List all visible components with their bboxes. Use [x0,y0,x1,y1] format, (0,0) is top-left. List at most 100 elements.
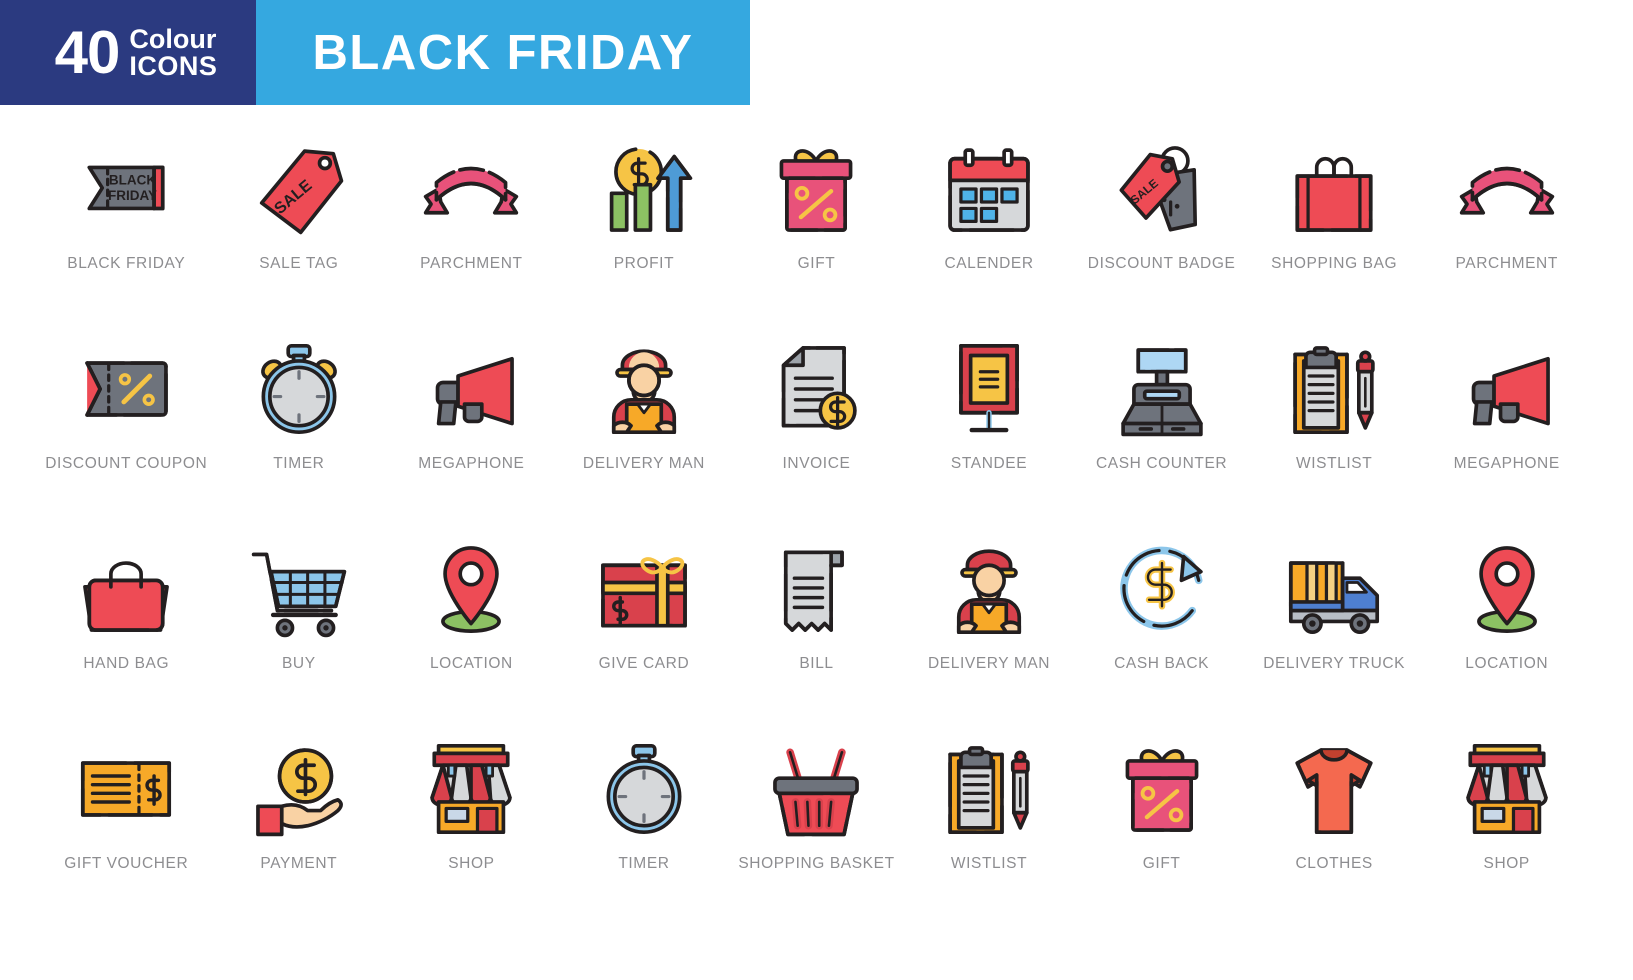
icon-cell-location[interactable]: LOCATION [385,523,558,723]
give-card-icon[interactable] [584,529,704,649]
header-count: 40 [54,18,121,86]
icon-cell-discount-coupon[interactable]: DISCOUNT COUPON [40,323,213,523]
icon-label: TIMER [618,855,670,872]
header-count-panel: 40 Colour ICONS [0,0,256,105]
sale-tag-icon[interactable]: SALE [239,129,359,249]
discount-badge-icon[interactable]: SALE [1102,129,1222,249]
icon-cell-gift-2[interactable]: GIFT [1075,723,1248,923]
icon-cell-shopping-basket[interactable]: SHOPPING BASKET [730,723,903,923]
buy-cart-icon[interactable] [239,529,359,649]
icon-label: BUY [281,655,316,672]
black-friday-icon[interactable]: BLACK FRIDAY [66,129,186,249]
megaphone-icon[interactable] [411,329,531,449]
icon-label: INVOICE [782,455,851,472]
wistlist-2-icon[interactable] [929,729,1049,849]
delivery-man-icon[interactable] [584,329,704,449]
icon-cell-location-2[interactable]: LOCATION [1420,523,1593,723]
calender-icon[interactable] [929,129,1049,249]
icon-cell-give-card[interactable]: GIVE CARD [558,523,731,723]
icon-cell-delivery-man[interactable]: DELIVERY MAN [558,323,731,523]
icon-cell-bill[interactable]: BILL [730,523,903,723]
shop-2-icon[interactable] [1447,729,1567,849]
header-wordmark: Colour ICONS [129,23,218,81]
header-title-panel: BLACK FRIDAY [256,0,750,105]
shop-icon[interactable] [411,729,531,849]
hand-bag-icon[interactable] [66,529,186,649]
icon-label: DELIVERY MAN [928,655,1051,672]
icon-cell-calender[interactable]: CALENDER [903,123,1076,323]
icon-cell-parchment-2[interactable]: PARCHMENT [1420,123,1593,323]
wistlist-icon[interactable] [1274,329,1394,449]
icon-label: DISCOUNT BADGE [1087,255,1236,272]
header-banner: 40 Colour ICONS BLACK FRIDAY [0,0,750,105]
discount-coupon-icon[interactable] [66,329,186,449]
icon-label: GIFT [797,255,836,272]
icon-cell-hand-bag[interactable]: HAND BAG [40,523,213,723]
standee-icon[interactable] [929,329,1049,449]
icon-cell-invoice[interactable]: INVOICE [730,323,903,523]
icon-grid: BLACK FRIDAY BLACK FRIDAY SALE SALE TAG [0,105,1633,923]
icon-label: WISTLIST [950,855,1028,872]
location-pin-2-icon[interactable] [1447,529,1567,649]
icon-cell-shopping-bag[interactable]: SHOPPING BAG [1248,123,1421,323]
icon-cell-shop-2[interactable]: SHOP [1420,723,1593,923]
icon-label: LOCATION [429,655,513,672]
icon-label: CASH BACK [1114,655,1210,672]
delivery-man-2-icon[interactable] [929,529,1049,649]
icon-cell-shop[interactable]: SHOP [385,723,558,923]
icon-cell-megaphone[interactable]: MEGAPHONE [385,323,558,523]
icon-cell-gift-voucher[interactable]: GIFT VOUCHER [40,723,213,923]
icon-cell-megaphone-2[interactable]: MEGAPHONE [1420,323,1593,523]
icon-label: GIFT VOUCHER [64,855,189,872]
icon-label: DISCOUNT COUPON [45,455,208,472]
icon-cell-payment[interactable]: PAYMENT [213,723,386,923]
icon-label: SALE TAG [259,255,339,272]
payment-icon[interactable] [239,729,359,849]
icon-cell-delivery-man-2[interactable]: DELIVERY MAN [903,523,1076,723]
gift-2-icon[interactable] [1102,729,1222,849]
location-pin-icon[interactable] [411,529,531,649]
icon-cell-black-friday[interactable]: BLACK FRIDAY BLACK FRIDAY [40,123,213,323]
bill-icon[interactable] [756,529,876,649]
icon-cell-gift[interactable]: GIFT [730,123,903,323]
megaphone-2-icon[interactable] [1447,329,1567,449]
icon-cell-standee[interactable]: STANDEE [903,323,1076,523]
icon-label: MEGAPHONE [418,455,525,472]
icon-cell-buy[interactable]: BUY [213,523,386,723]
icon-label: BILL [799,655,834,672]
icon-label: GIVE CARD [598,655,690,672]
icon-cell-discount-badge[interactable]: SALE DISCOUNT BADGE [1075,123,1248,323]
clothes-tshirt-icon[interactable] [1274,729,1394,849]
delivery-truck-icon[interactable] [1274,529,1394,649]
icon-cell-wistlist[interactable]: WISTLIST [1248,323,1421,523]
cash-counter-icon[interactable] [1102,329,1222,449]
shopping-bag-icon[interactable] [1274,129,1394,249]
icon-cell-cash-back[interactable]: CASH BACK [1075,523,1248,723]
icon-cell-wistlist-2[interactable]: WISTLIST [903,723,1076,923]
icon-label: PROFIT [613,255,675,272]
icon-cell-profit[interactable]: PROFIT [558,123,731,323]
gift-icon[interactable] [756,129,876,249]
icon-cell-cash-counter[interactable]: CASH COUNTER [1075,323,1248,523]
header-icons-word: ICONS [129,50,218,81]
icon-cell-timer-2[interactable]: TIMER [558,723,731,923]
header-colour-word: Colour [129,23,217,54]
icon-label: CALENDER [944,255,1034,272]
icon-cell-clothes[interactable]: CLOTHES [1248,723,1421,923]
timer-icon[interactable] [239,329,359,449]
parchment-ribbon-icon[interactable] [411,129,531,249]
profit-icon[interactable] [584,129,704,249]
icon-cell-delivery-truck[interactable]: DELIVERY TRUCK [1248,523,1421,723]
icon-label: DELIVERY MAN [582,455,705,472]
page-title: BLACK FRIDAY [312,25,694,80]
parchment-ribbon-2-icon[interactable] [1447,129,1567,249]
icon-cell-timer[interactable]: TIMER [213,323,386,523]
cash-back-icon[interactable] [1102,529,1222,649]
invoice-icon[interactable] [756,329,876,449]
icon-cell-sale-tag[interactable]: SALE SALE TAG [213,123,386,323]
icon-cell-parchment[interactable]: PARCHMENT [385,123,558,323]
gift-voucher-icon[interactable] [66,729,186,849]
black-friday-badge-line1: BLACK [109,173,156,188]
shopping-basket-icon[interactable] [756,729,876,849]
timer-2-icon[interactable] [584,729,704,849]
